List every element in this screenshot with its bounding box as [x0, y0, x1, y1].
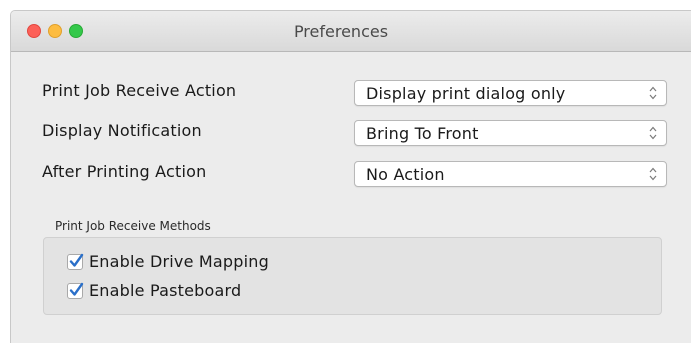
up-down-arrows-icon [649, 126, 657, 140]
checkmark-icon [69, 282, 84, 296]
after-printing-action-select[interactable]: No Action [354, 161, 667, 187]
receive-methods-group: Enable Drive Mapping Enable Pasteboard [43, 237, 662, 315]
enable-drive-mapping-label[interactable]: Enable Drive Mapping [89, 252, 269, 271]
up-down-arrows-icon [649, 86, 657, 100]
enable-pasteboard-checkbox[interactable] [67, 282, 84, 299]
preferences-window: Preferences Print Job Receive Action Dis… [10, 10, 691, 343]
display-notification-select[interactable]: Bring To Front [354, 120, 667, 146]
print-job-receive-action-label: Print Job Receive Action [42, 81, 237, 100]
select-value: Bring To Front [366, 124, 479, 143]
after-printing-action-label: After Printing Action [42, 162, 207, 181]
display-notification-label: Display Notification [42, 121, 202, 140]
window-title: Preferences [293, 22, 389, 41]
enable-drive-mapping-checkbox[interactable] [67, 253, 84, 270]
select-value: Display print dialog only [366, 84, 566, 103]
enable-pasteboard-label[interactable]: Enable Pasteboard [89, 281, 241, 300]
select-value: No Action [366, 165, 445, 184]
up-down-arrows-icon [649, 167, 657, 181]
title-bar[interactable]: Preferences [11, 11, 691, 52]
checkmark-icon [69, 253, 84, 267]
print-job-receive-action-select[interactable]: Display print dialog only [354, 80, 667, 106]
receive-methods-group-title: Print Job Receive Methods [55, 219, 211, 233]
